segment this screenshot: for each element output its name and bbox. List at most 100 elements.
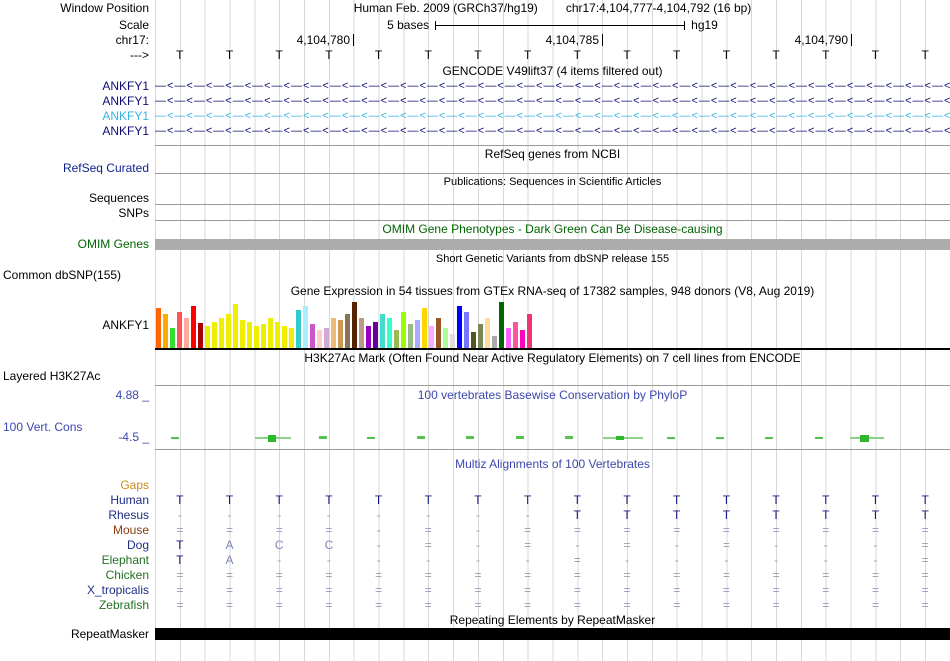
multiz-title[interactable]: Multiz Alignments of 100 Vertebrates [155,450,950,478]
repeatmasker-track[interactable] [155,628,950,641]
gtex-tissue-bar[interactable] [254,326,259,348]
gtex-tissue-bar[interactable] [205,326,210,348]
gencode-title[interactable]: GENCODE V49lift37 (4 items filtered out) [155,63,950,79]
gene-label[interactable]: ANKFY1 [0,124,155,139]
gtex-tissue-bar[interactable] [170,328,175,348]
gtex-tissue-bar[interactable] [310,324,315,348]
conservation-track-label[interactable]: 100 Vert. Cons [3,420,82,434]
gtex-tissue-bar[interactable] [499,302,504,348]
sequences-track[interactable] [155,191,950,205]
gtex-tissue-bar[interactable] [415,320,420,348]
gtex-tissue-bar[interactable] [268,318,273,348]
gtex-tissue-bar[interactable] [240,320,245,348]
gtex-tissue-bar[interactable] [520,330,525,348]
conservation-track[interactable] [155,405,950,450]
omim-gene-bar[interactable] [155,239,950,250]
gtex-tissue-bar[interactable] [366,326,371,348]
species-alignment-track[interactable]: = = = = = = = = = = = = = = = = [155,583,950,598]
gtex-tissue-bar[interactable] [492,336,497,348]
gtex-tissue-bar[interactable] [527,314,532,348]
gtex-tissue-bar[interactable] [289,328,294,348]
species-label[interactable]: Elephant [0,553,155,568]
dbsnp-label[interactable]: Common dbSNP(155) [0,267,155,283]
dbsnp-title[interactable]: Short Genetic Variants from dbSNP releas… [155,251,950,267]
gtex-tissue-bar[interactable] [506,328,511,348]
gtex-tissue-bar[interactable] [275,322,280,348]
sequences-label[interactable]: Sequences [0,191,155,205]
species-label[interactable]: Mouse [0,523,155,538]
gtex-tissue-bar[interactable] [394,330,399,348]
coordinate-track[interactable]: 4,104,780 4,104,785 4,104,790 [155,33,950,47]
gtex-tissue-bar[interactable] [317,330,322,348]
snps-label[interactable]: SNPs [0,205,155,221]
species-label[interactable]: X_tropicalis [0,583,155,598]
gaps-label[interactable]: Gaps [0,478,155,493]
snps-track[interactable] [155,205,950,221]
h3k27ac-title[interactable]: H3K27Ac Mark (Often Found Near Active Re… [155,350,950,366]
species-row-zebrafish[interactable]: Zebrafish = = = = = = = = = = = = = = = = [0,598,950,613]
species-alignment-track[interactable]: = = = = - = - = = = = = = = = = [155,523,950,538]
dbsnp-track[interactable] [155,267,950,283]
species-label[interactable]: Dog [0,538,155,553]
gene-structure-line[interactable]: —<—<—<—<—<—<—<—<—<—<—<—<—<—<—<—<—<—<—<—<… [155,79,950,94]
species-alignment-track[interactable]: T A - - - - - - = - - - - - - = [155,553,950,568]
species-alignment-track[interactable]: = = = = = = = = = = = = = = = = [155,598,950,613]
gtex-tissue-bar[interactable] [338,320,343,348]
gtex-gene-label[interactable]: ANKFY1 [0,300,155,350]
gtex-tissue-bar[interactable] [422,308,427,348]
gtex-tissue-bar[interactable] [296,310,301,348]
gene-row[interactable]: ANKFY1 —<—<—<—<—<—<—<—<—<—<—<—<—<—<—<—<—<… [0,94,950,109]
base-sequence-track[interactable]: TTTTTTTTTTTTTTTT [155,47,950,63]
gene-label[interactable]: ANKFY1 [0,79,155,94]
species-alignment-track[interactable]: TTTTTTTTTTTTTTTT [155,493,950,508]
gtex-tissue-bar[interactable] [331,318,336,348]
gtex-tissue-bar[interactable] [471,332,476,348]
omim-genes-label[interactable]: OMIM Genes [0,238,155,251]
refseq-curated-track[interactable] [155,162,950,174]
publications-title[interactable]: Publications: Sequences in Scientific Ar… [155,174,950,191]
gtex-tissue-bar[interactable] [359,318,364,348]
gtex-tissue-bar[interactable] [429,326,434,348]
gene-structure-line[interactable]: —<—<—<—<—<—<—<—<—<—<—<—<—<—<—<—<—<—<—<—<… [155,94,950,109]
layered-h3k27ac-label[interactable]: Layered H3K27Ac [0,366,155,386]
gtex-tissue-bar[interactable] [261,324,266,348]
gtex-tissue-bar[interactable] [184,318,189,348]
gene-label[interactable]: ANKFY1 [0,94,155,109]
layered-h3k27ac-track[interactable] [155,366,950,386]
gtex-tissue-bar[interactable] [198,323,203,348]
gtex-tissue-bar[interactable] [352,302,357,348]
species-label[interactable]: Zebrafish [0,598,155,613]
species-row-human[interactable]: Human T T T T T T T T T T T T T T T T [0,493,950,508]
omim-genes-track[interactable] [155,238,950,251]
repeatmasker-title[interactable]: Repeating Elements by RepeatMasker [155,613,950,628]
repeatmasker-label[interactable]: RepeatMasker [0,628,155,641]
gtex-tissue-bar[interactable] [436,318,441,348]
gtex-tissue-bar[interactable] [345,314,350,348]
gtex-tissue-bar[interactable] [303,306,308,348]
gtex-tissue-bar[interactable] [247,322,252,348]
gtex-tissue-bar[interactable] [177,312,182,348]
gtex-tissue-bar[interactable] [478,324,483,348]
gtex-tissue-bar[interactable] [373,322,378,348]
gene-label[interactable]: ANKFY1 [0,109,155,124]
gtex-tissue-bar[interactable] [282,326,287,348]
species-row-mouse[interactable]: Mouse = = = = - = - = = = = = = = = = [0,523,950,538]
gtex-tissue-bar[interactable] [156,308,161,348]
species-row-dog[interactable]: Dog T A C C - = - = - = - = - - - = [0,538,950,553]
gtex-tissue-bar[interactable] [163,314,168,348]
phylop-title[interactable]: 100 vertebrates Basewise Conservation by… [155,386,950,405]
gtex-tissue-bar[interactable] [233,304,238,348]
gtex-tissue-bar[interactable] [219,318,224,348]
species-label[interactable]: Rhesus [0,508,155,523]
species-label[interactable]: Chicken [0,568,155,583]
gene-row[interactable]: ANKFY1 —<—<—<—<—<—<—<—<—<—<—<—<—<—<—<—<—<… [0,109,950,124]
gtex-tissue-bar[interactable] [408,324,413,348]
gtex-tissue-bar[interactable] [191,306,196,348]
species-row-elephant[interactable]: Elephant T A - - - - - - = - - - - - - = [0,553,950,568]
species-alignment-track[interactable]: = = = = = = = = = = = = = = = = [155,568,950,583]
gtex-tissue-bar[interactable] [464,312,469,348]
species-row-x_tropicalis[interactable]: X_tropicalis = = = = = = = = = = = = = = = = [0,583,950,598]
gtex-tissue-bar[interactable] [450,334,455,348]
gtex-tissue-bar[interactable] [324,328,329,348]
species-row-chicken[interactable]: Chicken = = = = = = = = = = = = = = = = [0,568,950,583]
